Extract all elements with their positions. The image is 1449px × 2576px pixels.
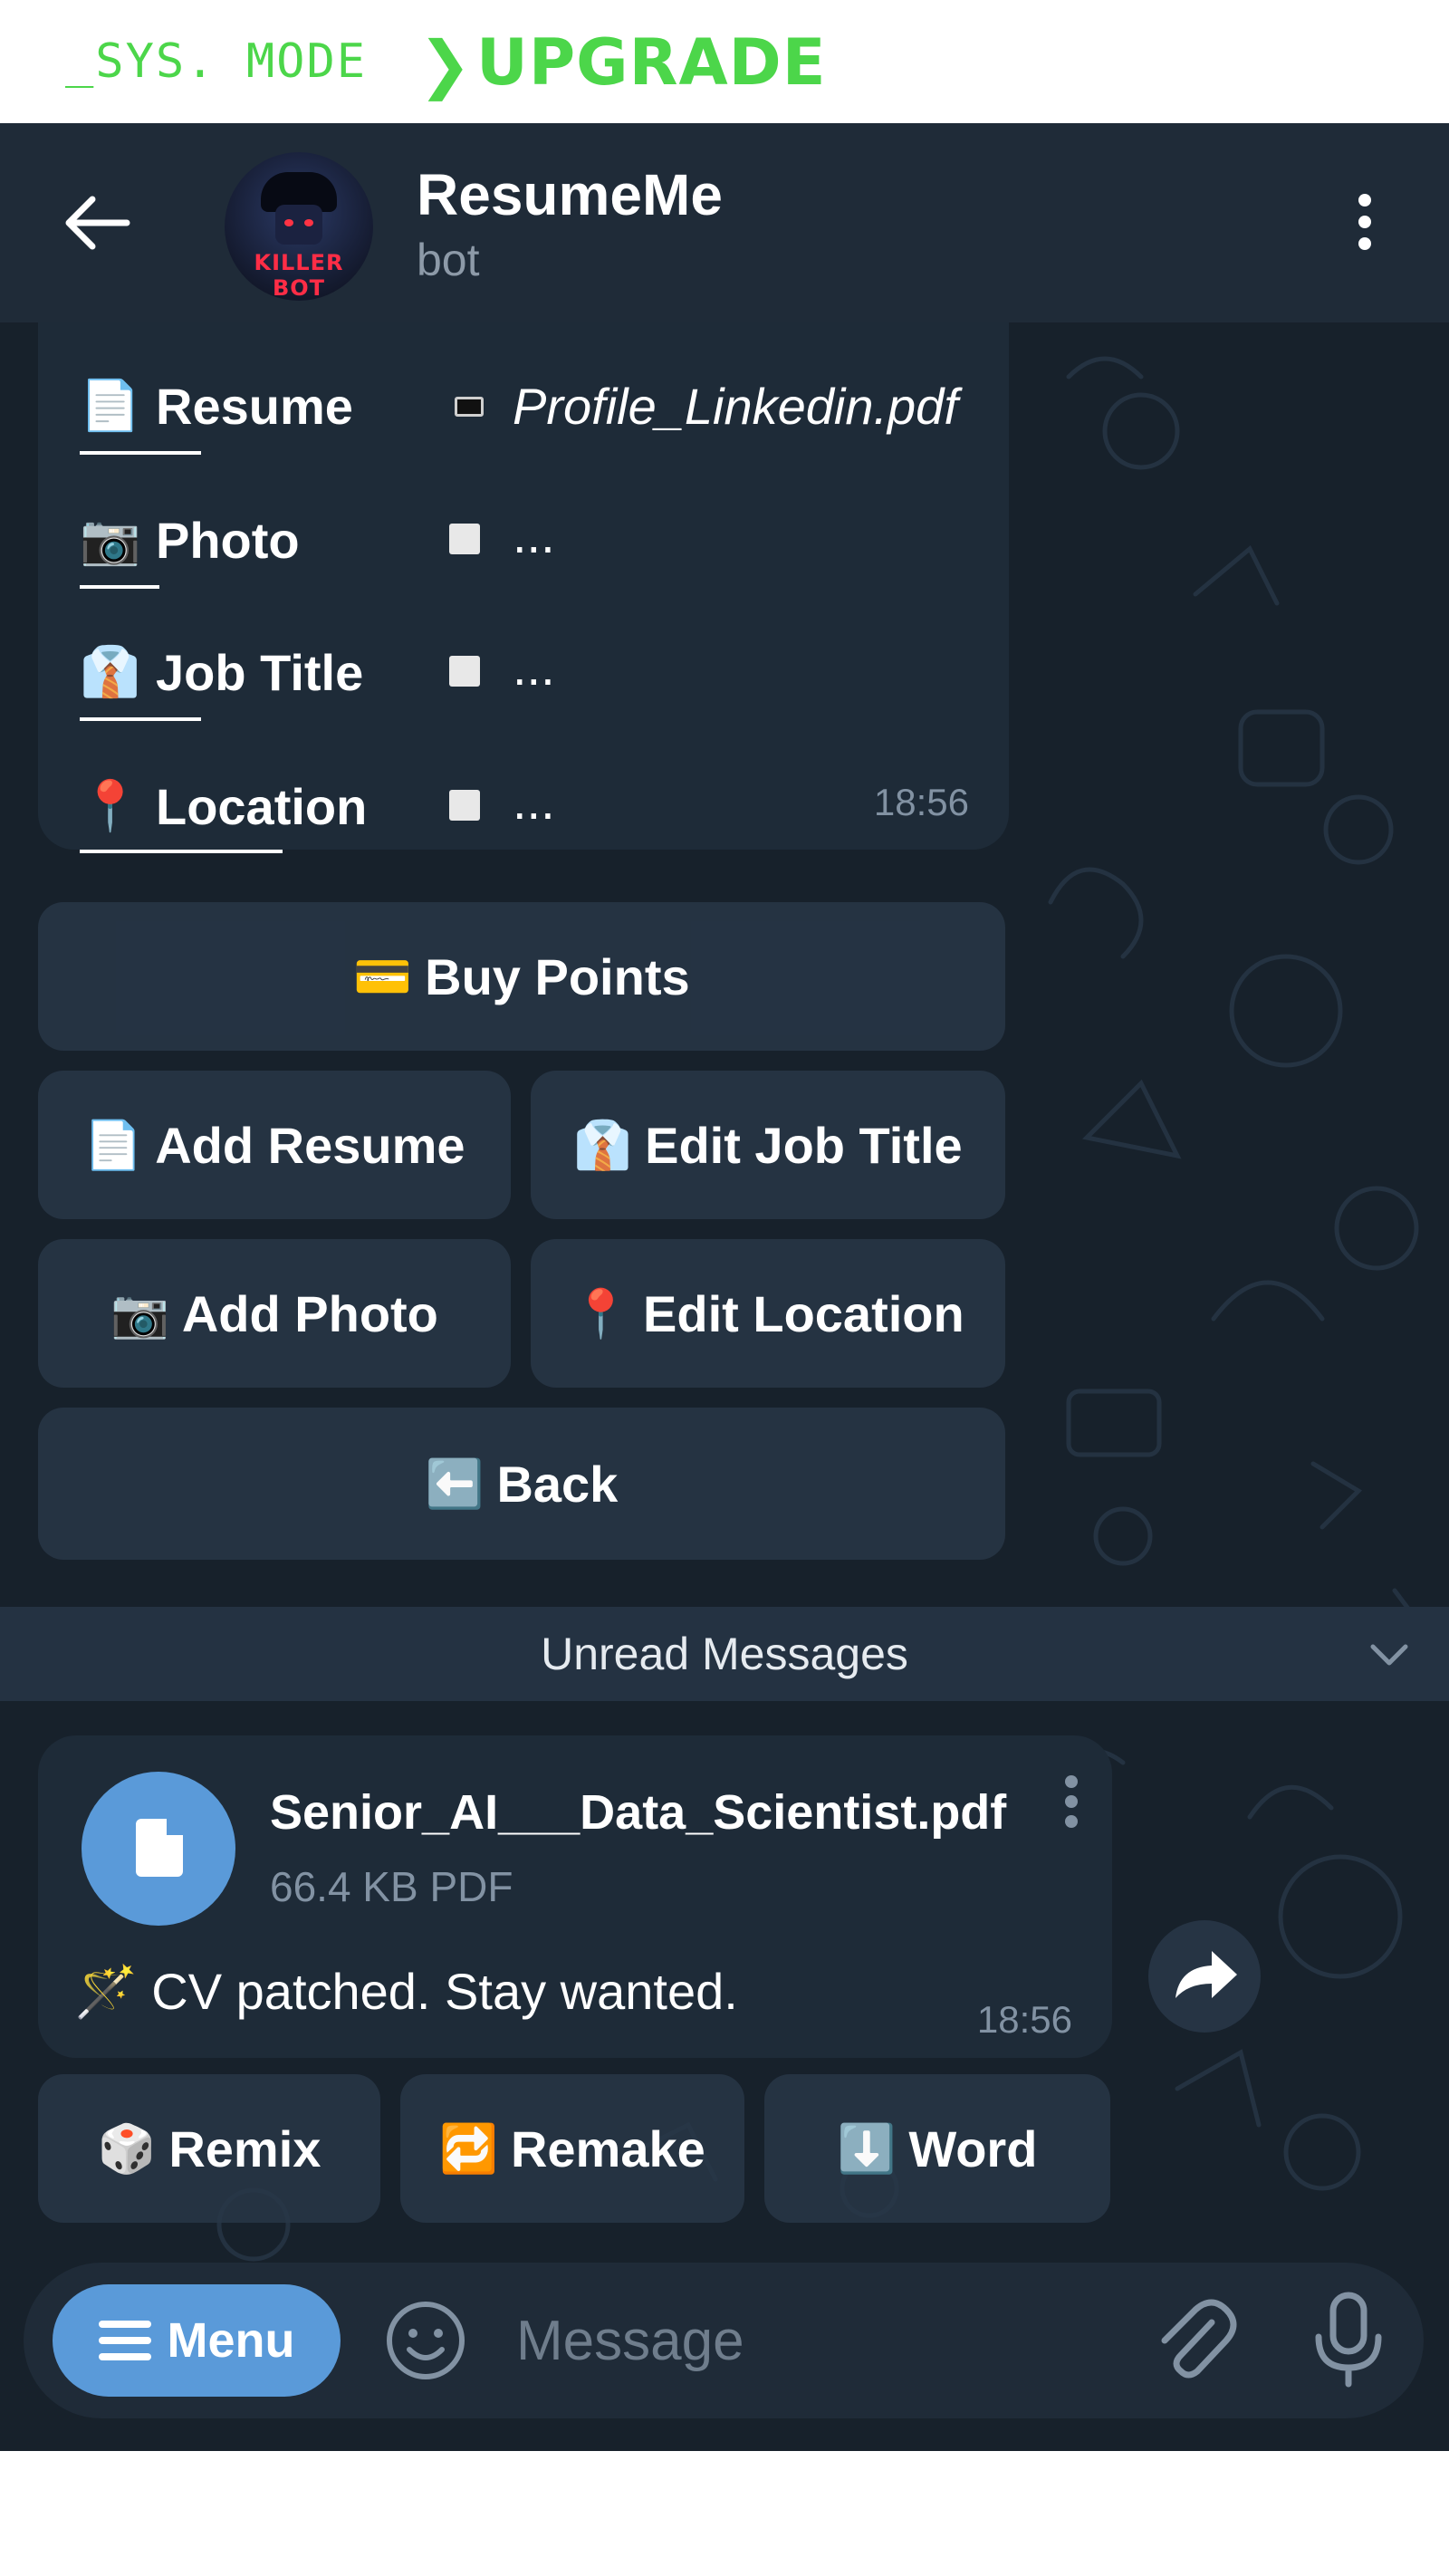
file-name[interactable]: Senior_AI___Data_Scientist.pdf bbox=[270, 1784, 1006, 1841]
chat-header: KILLER BOT ResumeMe bot bbox=[0, 123, 1449, 322]
resume-value: Profile_Linkedin.pdf bbox=[513, 378, 958, 435]
buy-points-button[interactable]: 💳 Buy Points bbox=[38, 902, 1005, 1051]
microphone-icon[interactable] bbox=[1308, 2290, 1389, 2389]
banner-sys-mode: _SYS. MODE bbox=[65, 34, 368, 89]
status-square-filled bbox=[455, 397, 484, 417]
smiley-icon[interactable] bbox=[384, 2299, 467, 2382]
location-label: Location bbox=[156, 777, 368, 835]
add-photo-label: Add Photo bbox=[181, 1284, 438, 1342]
telegram-app: KILLER BOT ResumeMe bot 📄 Resume Profile… bbox=[0, 123, 1449, 2451]
photo-label: Photo bbox=[156, 511, 300, 569]
divider bbox=[80, 850, 283, 853]
resume-label: Resume bbox=[156, 377, 353, 435]
divider bbox=[80, 585, 159, 589]
add-resume-button[interactable]: 📄 Add Resume bbox=[38, 1071, 511, 1219]
job-title-row: 👔 Job Title ... bbox=[80, 636, 555, 708]
unread-messages-divider: Unread Messages bbox=[0, 1607, 1449, 1701]
banner-upgrade: UPGRADE bbox=[476, 25, 827, 100]
resume-row: 📄 Resume Profile_Linkedin.pdf bbox=[80, 370, 958, 442]
edit-job-title-button[interactable]: 👔 Edit Job Title bbox=[531, 1071, 1005, 1219]
chat-title[interactable]: ResumeMe bbox=[417, 161, 723, 228]
remake-button[interactable]: 🔁 Remake bbox=[400, 2074, 744, 2223]
job-title-value: ... bbox=[513, 639, 555, 696]
camera-icon: 📷 bbox=[110, 1287, 169, 1341]
avatar-logo-text: KILLER BOT bbox=[254, 250, 344, 301]
add-resume-label: Add Resume bbox=[155, 1116, 465, 1174]
add-photo-button[interactable]: 📷 Add Photo bbox=[38, 1239, 511, 1388]
unread-label: Unread Messages bbox=[541, 1629, 908, 1679]
file-download-button[interactable] bbox=[82, 1772, 235, 1926]
divider bbox=[80, 451, 201, 455]
file-size: 66.4 KB PDF bbox=[270, 1863, 513, 1910]
chevron-right-icon: ❯ bbox=[418, 27, 472, 101]
profile-message-bubble: 📄 Resume Profile_Linkedin.pdf 📷 Photo ..… bbox=[38, 322, 1009, 853]
chat-area[interactable]: 📄 Resume Profile_Linkedin.pdf 📷 Photo ..… bbox=[0, 322, 1449, 2451]
arrow-left-icon: ⬅️ bbox=[425, 1457, 485, 1511]
divider bbox=[80, 717, 201, 721]
status-square bbox=[449, 790, 480, 821]
remix-label: Remix bbox=[168, 2119, 321, 2177]
vertical-dots-icon[interactable] bbox=[1349, 194, 1380, 257]
message-composer: Menu bbox=[24, 2263, 1424, 2418]
top-banner: _SYS. MODE ❯ UPGRADE bbox=[0, 0, 1449, 123]
message-time: 18:56 bbox=[976, 1998, 1072, 2041]
menu-label: Menu bbox=[167, 2313, 295, 2368]
word-button[interactable]: ⬇️ Word bbox=[764, 2074, 1110, 2223]
photo-value: ... bbox=[513, 506, 555, 563]
status-square bbox=[449, 656, 480, 687]
pin-icon: 📍 bbox=[571, 1287, 631, 1341]
edit-location-button[interactable]: 📍 Edit Location bbox=[531, 1239, 1005, 1388]
status-square bbox=[449, 524, 480, 554]
message-input[interactable] bbox=[516, 2293, 1114, 2388]
buy-points-label: Buy Points bbox=[425, 947, 690, 1005]
repeat-icon: 🔁 bbox=[439, 2122, 498, 2176]
file-caption: 🪄 CV patched. Stay wanted. bbox=[74, 1962, 738, 2022]
back-label: Back bbox=[496, 1455, 619, 1513]
job-title-label: Job Title bbox=[156, 643, 364, 701]
remake-label: Remake bbox=[510, 2119, 705, 2177]
arrow-left-icon[interactable] bbox=[62, 194, 130, 252]
magic-wand-icon: 🪄 bbox=[74, 1963, 138, 2020]
chevron-down-icon[interactable] bbox=[1367, 1634, 1411, 1674]
credit-card-icon: 💳 bbox=[353, 950, 413, 1004]
back-button[interactable]: ⬅️ Back bbox=[38, 1408, 1005, 1560]
edit-job-title-label: Edit Job Title bbox=[645, 1116, 963, 1174]
word-label: Word bbox=[908, 2119, 1038, 2177]
paperclip-icon[interactable] bbox=[1152, 2295, 1239, 2386]
avatar-face bbox=[275, 205, 322, 245]
necktie-icon: 👔 bbox=[80, 644, 141, 699]
page-icon: 📄 bbox=[83, 1119, 143, 1172]
document-icon bbox=[136, 1819, 183, 1877]
share-button[interactable] bbox=[1148, 1920, 1261, 2033]
pin-icon: 📍 bbox=[80, 778, 141, 833]
remix-button[interactable]: 🎲 Remix bbox=[38, 2074, 380, 2223]
chat-subtitle: bot bbox=[417, 235, 480, 285]
message-time: 18:56 bbox=[873, 781, 969, 823]
hamburger-icon bbox=[98, 2321, 151, 2360]
photo-row: 📷 Photo ... bbox=[80, 504, 555, 576]
camera-icon: 📷 bbox=[80, 512, 141, 567]
forward-arrow-icon bbox=[1176, 1951, 1237, 1998]
bot-avatar[interactable]: KILLER BOT bbox=[225, 152, 373, 301]
bottom-margin bbox=[0, 2451, 1449, 2576]
menu-button[interactable]: Menu bbox=[53, 2284, 341, 2397]
avatar-eye bbox=[284, 219, 293, 226]
avatar-eye bbox=[304, 219, 313, 226]
download-arrow-icon: ⬇️ bbox=[837, 2122, 897, 2176]
file-message-bubble: Senior_AI___Data_Scientist.pdf 66.4 KB P… bbox=[38, 1735, 1112, 2058]
vertical-dots-icon[interactable] bbox=[1065, 1775, 1080, 1830]
page-icon: 📄 bbox=[80, 378, 141, 433]
location-row: 📍 Location ... bbox=[80, 770, 555, 842]
location-value: ... bbox=[513, 773, 555, 830]
edit-location-label: Edit Location bbox=[643, 1284, 964, 1342]
dice-icon: 🎲 bbox=[97, 2122, 157, 2176]
caption-text: CV patched. Stay wanted. bbox=[151, 1963, 738, 2020]
necktie-icon: 👔 bbox=[573, 1119, 633, 1172]
